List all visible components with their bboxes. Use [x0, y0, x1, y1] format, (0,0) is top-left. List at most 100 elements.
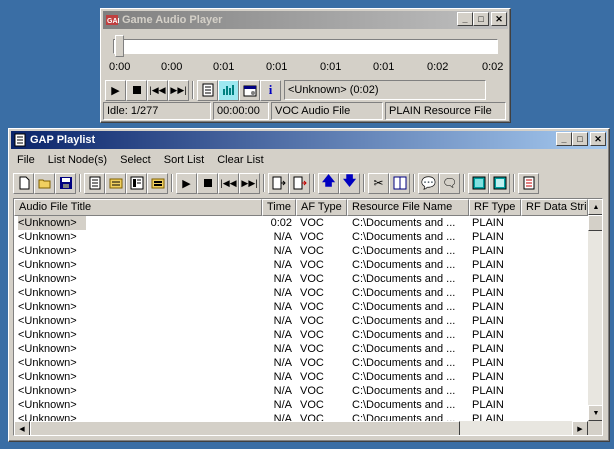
table-row[interactable]: <Unknown> N/A VOC C:\Documents and ... PLAIN — [14, 244, 588, 258]
move-up-button[interactable]: 🡅 — [318, 172, 339, 194]
cut-button[interactable]: ✂ — [368, 172, 389, 194]
scroll-down-button[interactable]: ▼ — [588, 405, 602, 421]
menu-clear-list[interactable]: Clear List — [217, 154, 263, 166]
playlist-listview[interactable]: Audio File Title Time AF Type Resource F… — [13, 198, 603, 436]
menu-sort-list[interactable]: Sort List — [164, 154, 204, 166]
table-row[interactable]: <Unknown> N/A VOC C:\Documents and ... PLAIN — [14, 272, 588, 286]
floppy-disk-icon — [59, 177, 72, 189]
menu-select[interactable]: Select — [120, 154, 151, 166]
table-cell: C:\Documents and ... — [352, 273, 456, 285]
table-cell: <Unknown> — [18, 315, 77, 327]
report-button[interactable] — [518, 172, 539, 194]
folder-list-icon — [109, 178, 122, 189]
table-row[interactable]: <Unknown> N/A VOC C:\Documents and ... PLAIN — [14, 356, 588, 370]
minimize-button[interactable]: _ — [457, 12, 473, 26]
close-button[interactable]: ✕ — [491, 12, 507, 26]
window-view-button[interactable] — [468, 172, 489, 194]
details-button[interactable] — [126, 172, 147, 194]
table-cell: N/A — [273, 315, 292, 327]
table-cell: PLAIN — [472, 259, 504, 271]
table-row[interactable]: <Unknown> N/A VOC C:\Documents and ... PLAIN — [14, 398, 588, 412]
table-cell: N/A — [273, 329, 292, 341]
table-cell: C:\Documents and ... — [352, 217, 456, 229]
table-row[interactable]: <Unknown> N/A VOC C:\Documents and ... PLAIN — [14, 384, 588, 398]
player-titlebar[interactable]: GAP Game Audio Player — [103, 11, 508, 29]
table-row[interactable]: <Unknown> N/A VOC C:\Documents and ... PLAIN — [14, 328, 588, 342]
menu-bar: File List Node(s) Select Sort List Clear… — [17, 152, 274, 168]
maximize-button[interactable]: □ — [473, 12, 489, 26]
table-cell: <Unknown> — [18, 329, 77, 341]
tag-list-button[interactable] — [147, 172, 168, 194]
status-idle: Idle: 1/277 — [103, 102, 211, 120]
next-button[interactable]: ▶▶| — [239, 172, 260, 194]
previous-button[interactable]: |◀◀ — [147, 79, 168, 101]
import-button[interactable] — [268, 172, 289, 194]
settings-button[interactable] — [239, 79, 260, 101]
next-button[interactable]: ▶▶| — [168, 79, 189, 101]
seek-track[interactable] — [113, 39, 498, 54]
play-button[interactable]: ▶ — [176, 172, 197, 194]
table-row[interactable]: <Unknown> N/A VOC C:\Documents and ... PLAIN — [14, 342, 588, 356]
column-header[interactable]: RF Data Strin — [521, 199, 588, 216]
column-header[interactable]: Resource File Name — [347, 199, 469, 216]
table-row[interactable]: <Unknown> N/A VOC C:\Documents and ... PLAIN — [14, 258, 588, 272]
playlist-titlebar[interactable]: GAP Playlist — [11, 131, 607, 149]
stop-button[interactable] — [126, 79, 147, 101]
list-view-button[interactable] — [84, 172, 105, 194]
close-button[interactable]: ✕ — [590, 132, 606, 146]
maximize-button[interactable]: □ — [572, 132, 588, 146]
table-row[interactable]: <Unknown> N/A VOC C:\Documents and ... PLAIN — [14, 412, 588, 421]
table-row[interactable]: <Unknown> 0:02 VOC C:\Documents and ... PLAI… — [14, 216, 588, 230]
table-cell: VOC — [300, 399, 324, 411]
play-button[interactable]: ▶ — [105, 79, 126, 101]
properties-button[interactable] — [197, 79, 218, 101]
column-header[interactable]: Audio File Title — [14, 199, 262, 216]
table-cell: C:\Documents and ... — [352, 343, 456, 355]
previous-button[interactable]: |◀◀ — [218, 172, 239, 194]
details-icon — [130, 176, 143, 190]
save-button[interactable] — [55, 172, 76, 194]
table-row[interactable]: <Unknown> N/A VOC C:\Documents and ... PLAIN — [14, 314, 588, 328]
table-cell: C:\Documents and ... — [352, 385, 456, 397]
table-cell: C:\Documents and ... — [352, 329, 456, 341]
new-file-icon — [19, 176, 29, 190]
window-view-alt-button[interactable] — [489, 172, 510, 194]
table-cell: C:\Documents and ... — [352, 245, 456, 257]
new-list-button[interactable] — [13, 172, 34, 194]
horizontal-scrollbar[interactable]: ◀ ▶ — [14, 421, 588, 435]
table-row[interactable]: <Unknown> N/A VOC C:\Documents and ... PLAIN — [14, 230, 588, 244]
scroll-right-button[interactable]: ▶ — [572, 421, 588, 435]
skip-forward-icon: ▶▶| — [241, 177, 258, 188]
menu-list-nodes[interactable]: List Node(s) — [48, 154, 107, 166]
table-row[interactable]: <Unknown> N/A VOC C:\Documents and ... PLAIN — [14, 300, 588, 314]
play-icon: ▶ — [111, 84, 120, 97]
move-down-button[interactable]: 🡇 — [339, 172, 360, 194]
table-cell: VOC — [300, 329, 324, 341]
open-button[interactable] — [34, 172, 55, 194]
info-button[interactable]: i — [260, 79, 281, 101]
visualizer-button[interactable] — [218, 79, 239, 101]
table-row[interactable]: <Unknown> N/A VOC C:\Documents and ... PLAIN — [14, 286, 588, 300]
seek-thumb[interactable] — [115, 35, 124, 57]
table-cell: PLAIN — [472, 413, 504, 421]
column-header[interactable]: RF Type — [469, 199, 521, 216]
stop-button[interactable] — [197, 172, 218, 194]
scroll-thumb[interactable] — [588, 215, 602, 231]
comment-button[interactable]: 💬 — [418, 172, 439, 194]
scroll-up-button[interactable]: ▲ — [588, 199, 602, 215]
column-header[interactable]: Time — [262, 199, 296, 216]
vertical-scrollbar[interactable]: ▲ ▼ — [588, 199, 602, 421]
minimize-button[interactable]: _ — [556, 132, 572, 146]
split-button[interactable] — [389, 172, 410, 194]
add-folder-button[interactable] — [105, 172, 126, 194]
scroll-left-button[interactable]: ◀ — [14, 421, 30, 435]
table-cell: PLAIN — [472, 231, 504, 243]
table-row[interactable]: <Unknown> N/A VOC C:\Documents and ... PLAIN — [14, 370, 588, 384]
hscroll-thumb[interactable] — [30, 421, 460, 435]
comments-button[interactable]: 🗨 — [439, 172, 460, 194]
export-button[interactable] — [289, 172, 310, 194]
table-cell: PLAIN — [472, 385, 504, 397]
player-title: Game Audio Player — [122, 14, 223, 26]
column-header[interactable]: AF Type — [296, 199, 347, 216]
menu-file[interactable]: File — [17, 154, 35, 166]
